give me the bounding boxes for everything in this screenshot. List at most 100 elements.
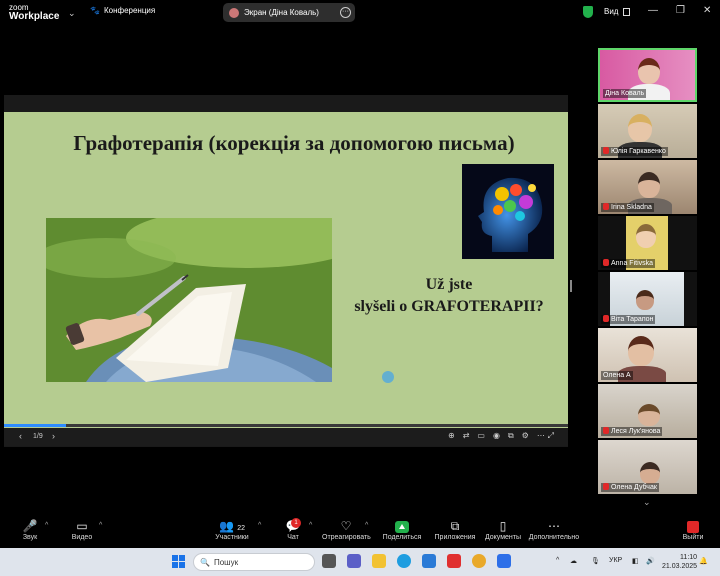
participant-name: Олена А <box>601 371 633 380</box>
participant-head <box>638 404 660 426</box>
share-screen-button[interactable]: Поделиться <box>381 519 423 541</box>
minimize-icon[interactable]: — <box>648 5 658 16</box>
participant-tile[interactable]: Віта Тарапон <box>598 272 697 326</box>
task-view-icon[interactable] <box>322 554 336 568</box>
screens-icon[interactable]: ⧉ <box>508 431 514 441</box>
resize-handle[interactable] <box>570 280 572 292</box>
document-icon: ▯ <box>499 519 507 533</box>
leave-label: Выйти <box>682 534 704 541</box>
audio-label: Звук <box>22 534 38 541</box>
teams-icon[interactable] <box>347 554 361 568</box>
edge-icon[interactable] <box>397 554 411 568</box>
muted-microphone-icon: 🎤 <box>22 519 38 533</box>
security-shield-icon[interactable] <box>583 6 593 18</box>
more-options-icon[interactable]: ··· <box>340 7 351 18</box>
participant-tile[interactable]: Irina Skladna <box>598 160 697 214</box>
fullscreen-icon[interactable]: ⤢ <box>548 431 554 441</box>
language-indicator[interactable]: УКР <box>609 557 622 564</box>
leave-button[interactable]: Выйти <box>681 519 705 541</box>
page-indicator: 1/9 <box>33 433 43 440</box>
participant-name: Леся Лук'янова <box>601 427 663 436</box>
share-link-icon[interactable]: ⇄ <box>463 431 470 441</box>
restore-icon[interactable]: ❐ <box>676 5 685 16</box>
participants-options-icon[interactable]: ^ <box>258 522 261 529</box>
apps-button[interactable]: ⧉ Приложения <box>432 519 478 541</box>
participant-head <box>628 336 654 366</box>
cloud-icon[interactable]: ☁ <box>570 557 577 565</box>
participant-head <box>638 172 660 198</box>
muted-mic-icon <box>603 315 609 322</box>
view-button[interactable]: Вид <box>604 7 631 16</box>
react-label: Отреагировать <box>322 534 371 541</box>
more-button[interactable]: ⋯ Дополнительно <box>528 519 580 541</box>
presenter-avatar <box>229 7 239 18</box>
react-options-icon[interactable]: ^ <box>365 522 368 529</box>
meeting-toolbar: 🎤 Звук ^ ▭ Видео ^ 👥 22 Участники ^ 💬 1 … <box>0 516 720 548</box>
zoom-app-icon[interactable] <box>497 554 511 568</box>
clock-date: 21.03.2025 <box>662 563 698 570</box>
chrome-icon[interactable] <box>472 554 486 568</box>
slide-question: Už jste slyšeli o GRAFOTERAPII? <box>344 274 554 318</box>
participant-name: Юлія Гаркавенко <box>601 147 668 156</box>
meeting-info-button[interactable]: 🐾 Конференция <box>90 6 155 15</box>
windows-start-icon[interactable] <box>172 555 185 568</box>
participant-tile[interactable]: Олена Дубчак <box>598 440 697 494</box>
pointer-cursor-icon <box>382 371 394 383</box>
participant-tile[interactable]: Anna Fitivska <box>598 216 697 270</box>
muted-mic-icon <box>603 427 609 434</box>
documents-button[interactable]: ▯ Документы <box>483 519 523 541</box>
previous-slide-icon[interactable]: ‹ <box>19 431 22 441</box>
muted-mic-icon <box>603 203 609 210</box>
chat-button[interactable]: 💬 1 Чат <box>282 518 304 541</box>
participants-icon: 👥 22 <box>218 519 246 533</box>
leave-icon <box>681 519 705 534</box>
settings-icon[interactable]: ⚙ <box>522 431 529 441</box>
store-icon[interactable] <box>422 554 436 568</box>
chevron-down-icon[interactable]: ⌄ <box>68 8 76 19</box>
slide-progress-fill <box>4 424 67 427</box>
close-icon[interactable]: ✕ <box>703 5 711 16</box>
participant-head <box>636 224 656 248</box>
participant-name: Irina Skladna <box>601 203 654 212</box>
participants-button[interactable]: 👥 22 Участники <box>211 519 253 541</box>
muted-mic-icon <box>603 147 609 154</box>
question-line2: slyšeli o GRAFOTERAPII? <box>354 298 544 315</box>
writing-hand-photo <box>46 218 332 382</box>
participant-name: Anna Fitivska <box>601 259 656 268</box>
audio-options-icon[interactable]: ^ <box>45 522 48 529</box>
system-clock[interactable]: 11:10 21.03.2025 <box>662 553 697 571</box>
view-label: Вид <box>604 7 619 16</box>
scroll-down-icon[interactable]: ⌄ <box>643 497 651 508</box>
video-button[interactable]: ▭ Видео <box>68 519 96 541</box>
network-icon[interactable]: ◧ <box>632 557 639 565</box>
participant-name: Віта Тарапон <box>601 315 656 324</box>
os-taskbar: 🔍 Пошук ^ ☁ 🎙 УКР ◧ 🔊 11:10 21.03.2025 🔔 <box>0 548 720 576</box>
notifications-icon[interactable]: 🔔 <box>699 557 708 565</box>
participant-tile[interactable]: Діна Коваль <box>598 48 697 102</box>
next-slide-icon[interactable]: › <box>52 431 55 441</box>
meeting-label: Конференция <box>103 6 156 15</box>
video-options-icon[interactable]: ^ <box>99 522 102 529</box>
tray-chevron-icon[interactable]: ^ <box>556 557 559 564</box>
participant-name: Діна Коваль <box>603 89 647 98</box>
participant-tile[interactable]: Юлія Гаркавенко <box>598 104 697 158</box>
slide-tools: ⊕ ⇄ ▭ ◉ ⧉ ⚙ ⋯ <box>448 431 545 441</box>
file-explorer-icon[interactable] <box>372 554 386 568</box>
volume-icon[interactable]: 🔊 <box>646 557 655 565</box>
app-icon[interactable] <box>447 554 461 568</box>
taskbar-search[interactable]: 🔍 Пошук <box>193 553 315 571</box>
react-button[interactable]: ♡ Отреагировать <box>322 519 371 541</box>
muted-mic-icon <box>603 259 609 266</box>
subtitles-icon[interactable]: ▭ <box>477 431 485 441</box>
screen-share-indicator[interactable]: Экран (Діна Коваль) ··· <box>223 3 355 22</box>
microphone-tray-icon[interactable]: 🎙 <box>591 557 600 565</box>
participants-label: Участники <box>215 534 249 541</box>
chat-options-icon[interactable]: ^ <box>309 522 312 529</box>
participant-head <box>636 290 654 310</box>
participant-tile[interactable]: Леся Лук'янова <box>598 384 697 438</box>
participant-tile[interactable]: Олена А <box>598 328 697 382</box>
more-icon[interactable]: ⋯ <box>537 431 545 441</box>
audio-button[interactable]: 🎤 Звук <box>18 519 42 541</box>
audio-icon[interactable]: ◉ <box>493 431 500 441</box>
zoom-in-icon[interactable]: ⊕ <box>448 431 455 441</box>
